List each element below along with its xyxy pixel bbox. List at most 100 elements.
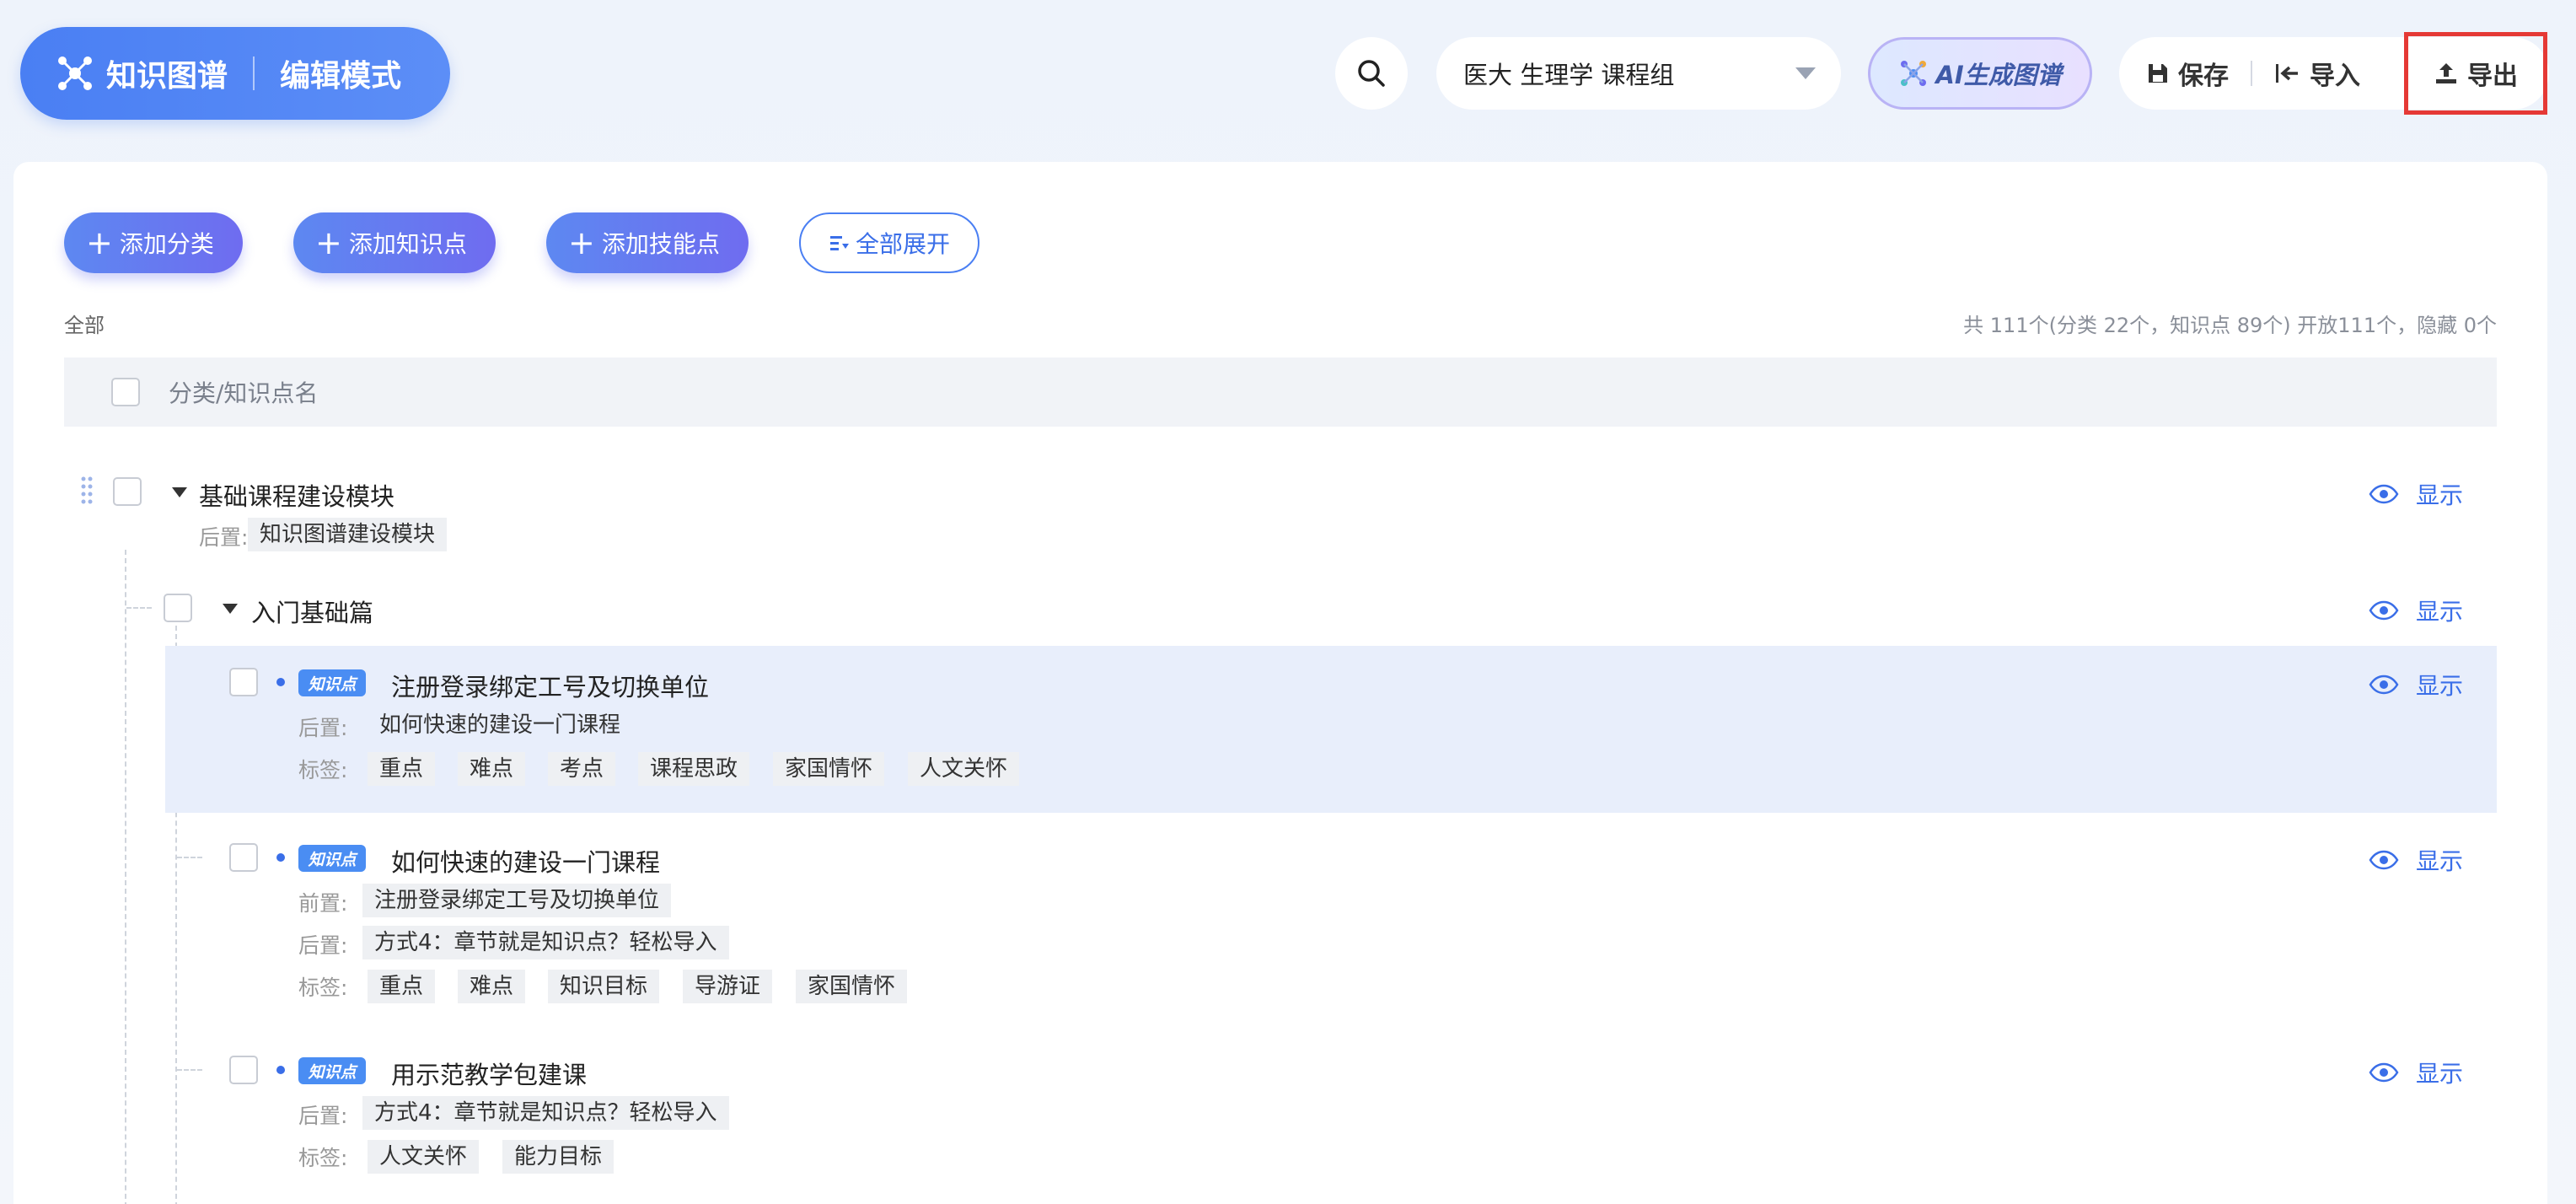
collapse-triangle-icon[interactable] (172, 487, 187, 497)
plus-icon: + (86, 224, 113, 261)
collapse-triangle-icon[interactable] (223, 604, 238, 614)
brand-pill: 知识图谱 编辑模式 (20, 27, 450, 120)
tree-line (125, 550, 126, 1204)
action-divider (2251, 61, 2252, 86)
toolbar: + 添加分类 + 添加知识点 + 添加技能点 全部展开 (64, 212, 979, 273)
brand-divider (253, 56, 255, 90)
visibility-toggle[interactable]: 显示 (2369, 668, 2463, 701)
drag-handle-icon[interactable] (81, 476, 93, 506)
eye-icon (2369, 850, 2399, 870)
eye-icon (2369, 675, 2399, 695)
ai-generate-button[interactable]: AI生成图谱 (1868, 37, 2092, 110)
add-category-button[interactable]: + 添加分类 (64, 212, 243, 273)
knowledge-point-badge: 知识点 (298, 1057, 366, 1084)
tag-chip: 能力目标 (502, 1140, 614, 1174)
save-label: 保存 (2178, 62, 2229, 91)
visibility-toggle[interactable]: 显示 (2369, 477, 2463, 511)
chevron-down-icon (1795, 67, 1816, 79)
tree-row-group: 入门基础篇 显示 (64, 580, 2497, 639)
upload-icon (2436, 63, 2456, 83)
ai-sparkle-icon (1901, 61, 1927, 86)
show-label: 显示 (2415, 1060, 2463, 1088)
tags-label: 标签: (298, 1146, 348, 1170)
breadcrumb[interactable]: 全部 (64, 309, 105, 338)
tree-row-knowledge-point[interactable]: 知识点 如何快速的建设一门课程 前置: 注册登录绑定工号及切换单位 后置: 方式… (165, 828, 2497, 1030)
eye-icon (2369, 1062, 2399, 1083)
knowledge-point-title: 注册登录绑定工号及切换单位 (391, 673, 710, 701)
visibility-toggle[interactable]: 显示 (2369, 843, 2463, 877)
row-checkbox[interactable] (113, 477, 142, 506)
tag-chip: 知识目标 (548, 970, 660, 1003)
row-checkbox[interactable] (229, 1056, 258, 1084)
show-label: 显示 (2415, 598, 2463, 626)
row-checkbox[interactable] (164, 594, 192, 622)
next-label: 后置: (199, 525, 249, 550)
tag-chip: 难点 (458, 970, 526, 1003)
page: 知识图谱 编辑模式 医大 生理学 课程组 AI生成图谱 保存 导入 导出 + 添… (0, 0, 2576, 1204)
add-knowledge-point-label: 添加知识点 (348, 230, 467, 258)
next-chip: 方式4：章节就是知识点？轻松导入 (362, 1096, 729, 1130)
tag-chip: 导游证 (683, 970, 773, 1003)
knowledge-point-title: 用示范教学包建课 (391, 1061, 588, 1089)
tag-chip: 重点 (368, 970, 436, 1003)
tree-row-root: 基础课程建设模块 后置: 知识图谱建设模块 显示 (64, 455, 2497, 556)
next-chip: 方式4：章节就是知识点？轻松导入 (362, 926, 729, 959)
expand-all-button[interactable]: 全部展开 (799, 212, 979, 273)
add-skill-point-label: 添加技能点 (601, 230, 720, 258)
prev-label: 前置: (298, 891, 348, 916)
brand-title: 知识图谱 (106, 59, 228, 94)
show-label: 显示 (2415, 672, 2463, 700)
row-checkbox[interactable] (229, 843, 258, 872)
export-button[interactable]: 导出 (2404, 32, 2547, 115)
knowledge-point-badge: 知识点 (298, 669, 366, 696)
tag-chip: 课程思政 (638, 752, 750, 786)
course-select[interactable]: 医大 生理学 课程组 (1436, 37, 1841, 110)
table-header: 分类/知识点名 (64, 357, 2497, 427)
select-all-checkbox[interactable] (111, 378, 140, 406)
export-label: 导出 (2467, 62, 2518, 91)
import-button[interactable]: 导入 (2274, 37, 2360, 110)
expand-list-icon (829, 236, 849, 250)
tag-chip: 人文关怀 (368, 1140, 480, 1174)
search-button[interactable] (1335, 37, 1408, 110)
content-card: + 添加分类 + 添加知识点 + 添加技能点 全部展开 全部 共 111个(分类… (13, 162, 2547, 1204)
add-knowledge-point-button[interactable]: + 添加知识点 (293, 212, 496, 273)
next-chip: 知识图谱建设模块 (248, 518, 448, 551)
tag-chip: 重点 (368, 752, 436, 786)
tag-chip: 家国情怀 (796, 970, 908, 1003)
prev-chip: 注册登录绑定工号及切换单位 (362, 884, 672, 917)
row-checkbox[interactable] (229, 668, 258, 696)
search-icon (1358, 60, 1385, 87)
stats-summary: 共 111个(分类 22个，知识点 89个) 开放111个，隐藏 0个 (1963, 314, 2497, 337)
eye-icon (2369, 600, 2399, 621)
import-label: 导入 (2310, 62, 2360, 91)
bullet-dot (276, 678, 285, 686)
tag-chip: 难点 (458, 752, 526, 786)
save-button[interactable]: 保存 (2146, 37, 2229, 110)
import-icon (2276, 64, 2298, 83)
bullet-dot (276, 1066, 285, 1074)
tags-label: 标签: (298, 758, 348, 782)
add-skill-point-button[interactable]: + 添加技能点 (546, 212, 749, 273)
expand-all-label: 全部展开 (855, 230, 950, 258)
show-label: 显示 (2415, 847, 2463, 875)
visibility-toggle[interactable]: 显示 (2369, 1056, 2463, 1089)
tag-chip: 人文关怀 (908, 752, 1020, 786)
tree-row-knowledge-point[interactable]: 知识点 用示范教学包建课 后置: 方式4：章节就是知识点？轻松导入 标签: 人文… (165, 1040, 2497, 1204)
next-label: 后置: (298, 933, 348, 958)
category-title: 基础课程建设模块 (199, 482, 395, 511)
knowledge-point-title: 如何快速的建设一门课程 (391, 848, 661, 877)
add-category-label: 添加分类 (119, 230, 214, 258)
tags-label: 标签: (298, 976, 348, 1000)
save-icon (2149, 64, 2167, 83)
tag-chip: 家国情怀 (773, 752, 885, 786)
tree-row-knowledge-point[interactable]: 知识点 注册登录绑定工号及切换单位 后置: 如何快速的建设一门课程 标签: 重点… (165, 646, 2497, 813)
visibility-toggle[interactable]: 显示 (2369, 594, 2463, 627)
plus-icon: + (315, 224, 342, 261)
graph-network-icon (58, 56, 92, 90)
knowledge-point-badge: 知识点 (298, 845, 366, 872)
ai-generate-label: AI生成图谱 (1935, 61, 2062, 89)
next-label: 后置: (298, 1104, 348, 1128)
edit-mode-label: 编辑模式 (280, 59, 402, 94)
next-label: 后置: (298, 716, 348, 740)
